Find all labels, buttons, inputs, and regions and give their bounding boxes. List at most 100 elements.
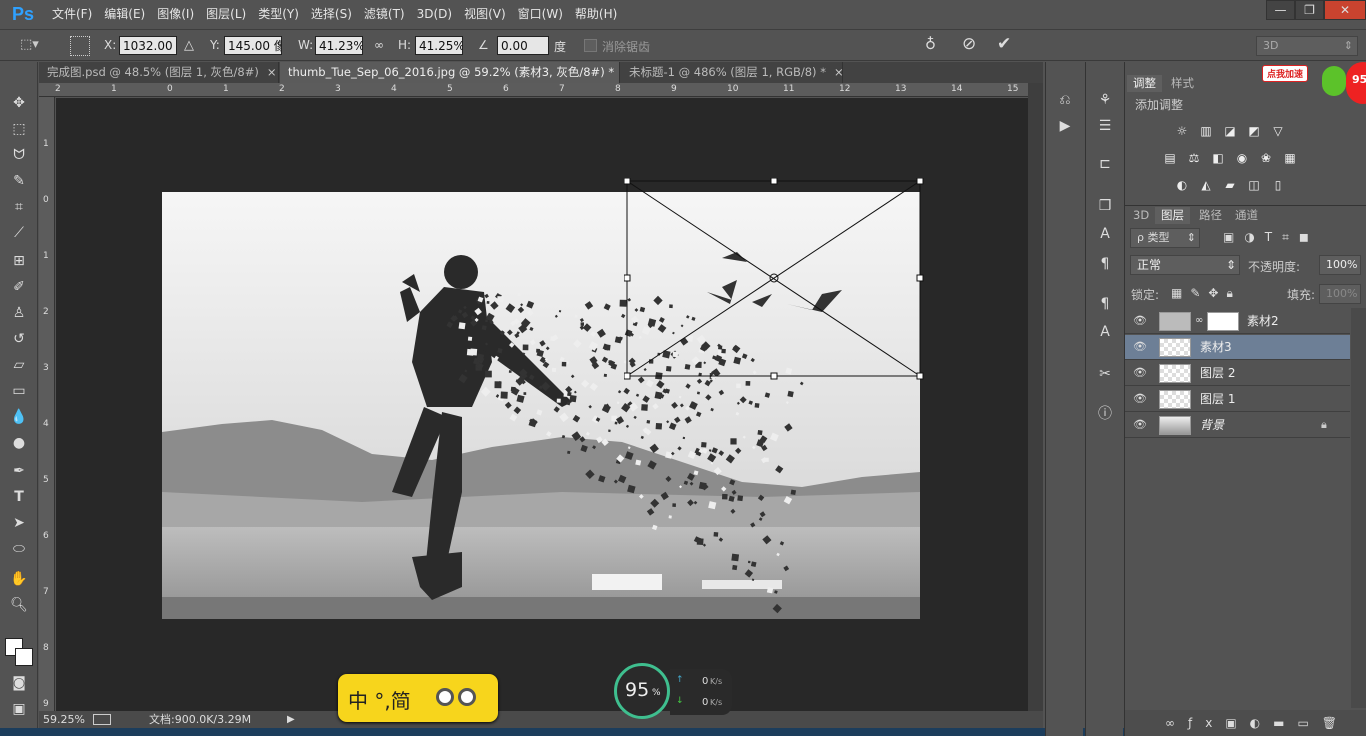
brush-presets-icon[interactable]: ⚘	[1094, 90, 1116, 110]
menu-edit[interactable]: 编辑(E)	[98, 0, 151, 29]
tab-layers[interactable]: 图层	[1155, 207, 1190, 224]
tool-presets-icon[interactable]: ⊏	[1094, 154, 1116, 174]
fill-input[interactable]: 100%	[1319, 284, 1361, 304]
menu-help[interactable]: 帮助(H)	[569, 0, 623, 29]
levels-adjustment-icon[interactable]: ▥	[1197, 124, 1215, 138]
info-panel-icon[interactable]: ⓘ	[1094, 404, 1116, 424]
visibility-eye-icon[interactable]: 👁︎	[1133, 392, 1147, 405]
tab-channels[interactable]: 通道	[1229, 207, 1264, 224]
layer-row[interactable]: 👁︎ 图层 1	[1125, 387, 1350, 412]
layer-row[interactable]: 👁︎ ∞ 素材2	[1125, 309, 1350, 334]
character-styles-icon[interactable]: A	[1094, 322, 1116, 342]
move-tool-icon[interactable]: ✥	[7, 92, 31, 114]
speed-widget[interactable]: 95 % ↑ 0 K/s ↓ 0 K/s	[614, 663, 732, 721]
color-balance-adjustment-icon[interactable]: ⚖	[1185, 151, 1203, 165]
menu-window[interactable]: 窗口(W)	[512, 0, 569, 29]
menu-type[interactable]: 类型(Y)	[252, 0, 305, 29]
vertical-scrollbar[interactable]	[1028, 83, 1043, 711]
layer-filter-icons[interactable]: ▣◑T⌗◼	[1223, 230, 1319, 245]
layer-filter-select[interactable]: ρ 类型 ⇕	[1130, 228, 1200, 248]
quick-select-tool-icon[interactable]: ✎	[7, 170, 31, 192]
threshold-adjustment-icon[interactable]: ▰	[1221, 178, 1239, 192]
eraser-tool-icon[interactable]: ▱	[7, 354, 31, 376]
link-icon[interactable]: ∞	[1195, 315, 1203, 326]
lock-icons[interactable]: ▦✎✥🔒︎	[1171, 286, 1241, 301]
tab-close-icon[interactable]: ×	[834, 65, 842, 79]
character-panel-icon[interactable]: A	[1094, 224, 1116, 244]
quick-mask-icon[interactable]: ◙	[7, 672, 31, 694]
commit-transform-icon[interactable]: ✔	[997, 34, 1011, 54]
angle-input[interactable]: 0.00	[497, 36, 549, 55]
brush-settings-icon[interactable]: ☰	[1094, 116, 1116, 136]
menu-image[interactable]: 图像(I)	[151, 0, 200, 29]
lasso-tool-icon[interactable]: ᗢ	[7, 144, 31, 166]
gradient-tool-icon[interactable]: ▭	[7, 380, 31, 402]
layers-scrollbar[interactable]	[1351, 308, 1366, 708]
warp-icon[interactable]: ♁	[925, 35, 936, 53]
workspace-select[interactable]: 3D ⇕	[1256, 36, 1358, 56]
zoom-tool-icon[interactable]: 🔍︎	[7, 594, 31, 616]
tab-untitled-1[interactable]: 未标题-1 @ 486% (图层 1, RGB/8) * ×	[621, 62, 843, 83]
3d-icon[interactable]: ❒	[1094, 196, 1116, 216]
blend-mode-select[interactable]: 正常 ⇕	[1130, 255, 1240, 275]
delta-icon[interactable]: △	[184, 38, 194, 53]
x-input[interactable]: 1032.00 像	[119, 36, 177, 55]
tab-thumb-jpg[interactable]: thumb_Tue_Sep_06_2016.jpg @ 59.2% (素材3, …	[280, 62, 620, 83]
menu-file[interactable]: 文件(F)	[46, 0, 98, 29]
paragraph-panel-icon[interactable]: ¶	[1094, 254, 1116, 274]
ime-chars[interactable]: 中 °,简	[348, 685, 411, 714]
marquee-tool-icon[interactable]: ⬚	[7, 118, 31, 140]
menu-select[interactable]: 选择(S)	[305, 0, 358, 29]
clone-stamp-tool-icon[interactable]: ♙	[7, 302, 31, 324]
status-export-icon[interactable]	[93, 714, 111, 725]
tab-close-icon[interactable]: ×	[267, 65, 277, 79]
paragraph-styles-icon[interactable]: ¶	[1094, 294, 1116, 314]
link-icon[interactable]: ∞	[374, 38, 384, 52]
menu-3d[interactable]: 3D(D)	[411, 0, 458, 29]
antialias-checkbox[interactable]	[584, 39, 597, 52]
menu-layer[interactable]: 图层(L)	[200, 0, 252, 29]
h-input[interactable]: 41.25%	[415, 36, 463, 55]
opacity-input[interactable]: 100%	[1319, 255, 1361, 275]
w-input[interactable]: 41.23%	[315, 36, 363, 55]
background-color-swatch[interactable]	[15, 648, 33, 666]
status-menu-arrow-icon[interactable]: ▶	[287, 711, 295, 728]
history-brush-tool-icon[interactable]: ↺	[7, 328, 31, 350]
ad-badge-number[interactable]: 95	[1346, 62, 1366, 104]
transform-bounding-box[interactable]	[624, 178, 924, 380]
history-panel-icon[interactable]: ⎌	[1054, 90, 1076, 110]
hand-tool-icon[interactable]: ✋	[7, 568, 31, 590]
ellipse-tool-icon[interactable]: ⬭	[7, 538, 31, 560]
pen-tool-icon[interactable]: ✒	[7, 460, 31, 482]
tab-3d[interactable]: 3D	[1127, 207, 1155, 224]
close-button[interactable]: ✕	[1324, 0, 1366, 20]
visibility-eye-icon[interactable]: 👁︎	[1133, 314, 1147, 327]
layer-mask-thumbnail[interactable]	[1207, 312, 1239, 331]
visibility-eye-icon[interactable]: 👁︎	[1133, 340, 1147, 353]
path-select-tool-icon[interactable]: ➤	[7, 512, 31, 534]
transform-tool-icon[interactable]: ⬚▾	[20, 37, 44, 55]
brightness-adjustment-icon[interactable]: ☼	[1173, 124, 1191, 138]
blur-tool-icon[interactable]: 💧	[7, 406, 31, 428]
type-tool-icon[interactable]: T	[7, 486, 31, 508]
dodge-tool-icon[interactable]: ●	[7, 432, 31, 454]
tools-panel-icon[interactable]: ✂	[1094, 364, 1116, 384]
menu-view[interactable]: 视图(V)	[458, 0, 512, 29]
color-lookup-adjustment-icon[interactable]: ▦	[1281, 151, 1299, 165]
visibility-eye-icon[interactable]: 👁︎	[1133, 366, 1147, 379]
crop-tool-icon[interactable]: ⌗	[7, 196, 31, 218]
actions-play-icon[interactable]: ▶	[1054, 116, 1076, 136]
tab-final-psd[interactable]: 完成图.psd @ 48.5% (图层 1, 灰色/8#) ×	[39, 62, 279, 83]
layer-row[interactable]: 👁︎ 背景 🔒︎	[1125, 413, 1350, 438]
eyedropper-tool-icon[interactable]: ⟋	[7, 222, 31, 244]
ad-badge-text[interactable]: 点我加速	[1262, 65, 1309, 82]
channel-mixer-adjustment-icon[interactable]: ❀	[1257, 151, 1275, 165]
cancel-transform-icon[interactable]: ⊘	[962, 34, 976, 54]
ime-toolbar[interactable]: 中 °,简	[338, 674, 498, 722]
vibrance-adjustment-icon[interactable]: ▽	[1269, 124, 1287, 138]
gradient-map-adjustment-icon[interactable]: ▯	[1269, 178, 1287, 192]
hue-adjustment-icon[interactable]: ▤	[1161, 151, 1179, 165]
photo-filter-adjustment-icon[interactable]: ◉	[1233, 151, 1251, 165]
minimize-button[interactable]: —	[1266, 0, 1295, 20]
curves-adjustment-icon[interactable]: ◪	[1221, 124, 1239, 138]
